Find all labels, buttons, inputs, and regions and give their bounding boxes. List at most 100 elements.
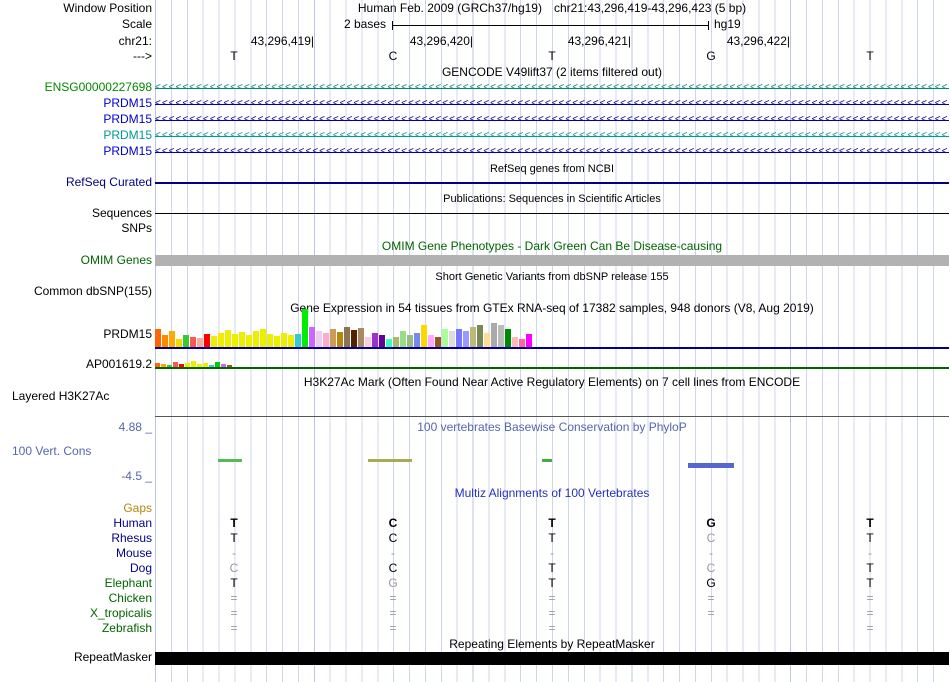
- alignment-base: C: [706, 561, 716, 575]
- conservation-track-label[interactable]: 100 Vert. Cons: [12, 445, 91, 458]
- species-label[interactable]: Chicken: [109, 592, 152, 605]
- phylop-mark: [368, 459, 412, 462]
- gtex-bar: [421, 325, 427, 347]
- gtex-bar: [253, 331, 259, 347]
- species-label[interactable]: Human: [113, 517, 152, 530]
- gtex-bar: [512, 337, 518, 347]
- gtex-bar: [246, 335, 252, 347]
- gtex-bar-chart[interactable]: [155, 309, 533, 347]
- gtex-bar: [400, 331, 406, 347]
- snps-label[interactable]: SNPs: [121, 222, 152, 235]
- gtex-bar: [185, 363, 190, 367]
- gencode-gene-label[interactable]: ENSG00000227698: [45, 81, 152, 94]
- coordinate-label: 43,296,422|: [726, 34, 790, 48]
- refseq-curated-item[interactable]: [155, 182, 949, 184]
- multiz-gaps-label[interactable]: Gaps: [123, 502, 152, 515]
- gtex-bar: [372, 333, 378, 347]
- gencode-gene-label[interactable]: PRDM15: [103, 129, 152, 142]
- gtex-bar: [323, 333, 329, 347]
- gtex-gene-line[interactable]: [155, 347, 949, 349]
- species-label[interactable]: Elephant: [105, 577, 152, 590]
- alignment-base: T: [866, 516, 874, 530]
- publications-track-title: Publications: Sequences in Scientific Ar…: [443, 193, 661, 205]
- common-dbsnp-label[interactable]: Common dbSNP(155): [34, 285, 152, 298]
- position-header: Human Feb. 2009 (GRCh37/hg19) chr21:43,29…: [155, 2, 949, 15]
- reference-base: T: [230, 49, 238, 63]
- genome-browser-image[interactable]: Window Position Human Feb. 2009 (GRCh37/…: [0, 0, 950, 682]
- scale-label: Scale: [121, 17, 152, 31]
- gencode-gene-line[interactable]: <<<<<<<<<<<<<<<<<<<<<<<<<<<<<<<<<<<<<<<<…: [155, 129, 949, 143]
- window-position-label: Window Position: [63, 1, 152, 15]
- gencode-gene-line[interactable]: <<<<<<<<<<<<<<<<<<<<<<<<<<<<<<<<<<<<<<<<…: [155, 145, 949, 159]
- species-label[interactable]: Dog: [130, 562, 152, 575]
- gencode-gene-line[interactable]: <<<<<<<<<<<<<<<<<<<<<<<<<<<<<<<<<<<<<<<<…: [155, 97, 949, 111]
- alignment-base: C: [388, 561, 398, 575]
- gtex-bar: [239, 332, 245, 347]
- species-label[interactable]: Mouse: [116, 547, 152, 560]
- alignment-base: T: [230, 576, 238, 590]
- gencode-gene-label[interactable]: PRDM15: [103, 145, 152, 158]
- alignment-base: =: [389, 591, 397, 605]
- gtex-bar: [526, 334, 532, 347]
- alignment-base: C: [388, 531, 398, 545]
- alignment-base: =: [230, 606, 238, 620]
- h3k27ac-track-title: H3K27Ac Mark (Often Found Near Active Re…: [303, 375, 801, 389]
- gtex-bar: [498, 325, 504, 347]
- alignment-base: =: [230, 591, 238, 605]
- phylop-min-value: -4.5 _: [121, 469, 152, 483]
- gencode-gene-line[interactable]: <<<<<<<<<<<<<<<<<<<<<<<<<<<<<<<<<<<<<<<<…: [155, 113, 949, 127]
- layered-h3k27ac-label[interactable]: Layered H3K27Ac: [12, 390, 109, 403]
- gtex-bar: [281, 333, 287, 347]
- gtex-bar: [330, 329, 336, 347]
- gtex-bar: [386, 339, 392, 347]
- sequences-label[interactable]: Sequences: [92, 207, 152, 220]
- alignment-base: =: [707, 591, 715, 605]
- gtex-bar: [191, 361, 196, 367]
- alignment-base: T: [866, 576, 874, 590]
- strand-direction-label: --->: [133, 49, 152, 63]
- alignment-base: T: [230, 516, 238, 530]
- gtex-bar: [379, 335, 385, 347]
- gtex-bar: [288, 335, 294, 347]
- gtex-bar-chart[interactable]: [155, 359, 233, 367]
- repeatmasker-bar[interactable]: [155, 652, 949, 665]
- multiz-track-title: Multiz Alignments of 100 Vertebrates: [454, 486, 650, 500]
- alignment-base: T: [230, 531, 238, 545]
- gtex-bar: [491, 323, 497, 347]
- gtex-gene-label-ap001619[interactable]: AP001619.2: [86, 358, 152, 371]
- species-label[interactable]: Zebrafish: [102, 622, 152, 635]
- gtex-bar: [260, 329, 266, 347]
- gtex-bar: [428, 335, 434, 347]
- coordinate-label: 43,296,421|: [567, 34, 631, 48]
- species-label[interactable]: Rhesus: [111, 532, 152, 545]
- gtex-bar: [161, 364, 166, 367]
- omim-track-title: OMIM Gene Phenotypes - Dark Green Can Be…: [381, 239, 723, 253]
- alignment-base: =: [866, 621, 874, 635]
- gtex-bar: [477, 325, 483, 347]
- window-position-value: chr21:43,296,419-43,296,423 (5 bp): [553, 1, 747, 15]
- gtex-bar: [211, 336, 217, 347]
- omim-gene-bar[interactable]: [155, 255, 949, 266]
- alignment-base: =: [389, 621, 397, 635]
- gtex-gene-label-prdm15[interactable]: PRDM15: [103, 328, 152, 341]
- repeatmasker-track-title: Repeating Elements by RepeatMasker: [449, 637, 655, 651]
- gencode-gene-line[interactable]: <<<<<<<<<<<<<<<<<<<<<<<<<<<<<<<<<<<<<<<<…: [155, 81, 949, 95]
- gtex-bar: [267, 334, 273, 347]
- gtex-bar: [232, 334, 238, 347]
- coordinate-label: 43,296,420|: [409, 34, 473, 48]
- alignment-base: =: [866, 591, 874, 605]
- alignment-base: T: [548, 516, 556, 530]
- gencode-gene-label[interactable]: PRDM15: [103, 113, 152, 126]
- sequences-item[interactable]: [155, 213, 949, 214]
- phylop-max-value: 4.88 _: [118, 420, 152, 434]
- refseq-curated-label[interactable]: RefSeq Curated: [66, 176, 152, 189]
- phylop-mark: [542, 459, 552, 462]
- gencode-gene-label[interactable]: PRDM15: [103, 97, 152, 110]
- gtex-gene-line[interactable]: [155, 367, 949, 369]
- gtex-bar: [365, 337, 371, 347]
- repeatmasker-label[interactable]: RepeatMasker: [74, 651, 152, 664]
- reference-base: T: [866, 49, 874, 63]
- species-label[interactable]: X_tropicalis: [90, 607, 152, 620]
- gtex-bar: [393, 337, 399, 347]
- omim-genes-label[interactable]: OMIM Genes: [81, 254, 152, 267]
